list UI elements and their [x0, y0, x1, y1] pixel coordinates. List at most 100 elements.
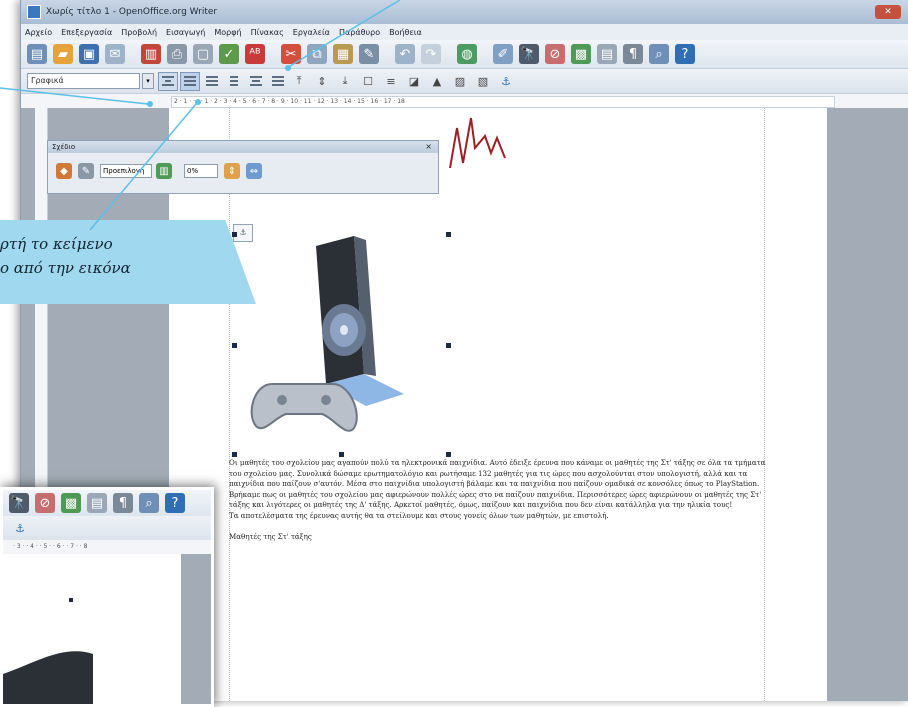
inset-workspace-edge: [181, 554, 211, 704]
close-window-button[interactable]: ✕: [875, 5, 901, 19]
horizontal-ruler[interactable]: 2 · 1 · · · · 1 · 2 · 3 · 4 · 5 · 6 · 7 …: [21, 94, 908, 109]
inset-anchor-icon[interactable]: ⚓: [11, 520, 29, 536]
menu-view[interactable]: Προβολή: [121, 28, 157, 37]
paragraph-research: Οι μαθητές του σχολείου μας αγαπούν πολύ…: [229, 458, 766, 489]
menu-format[interactable]: Μορφή: [214, 28, 241, 37]
brush-icon[interactable]: ✎: [78, 163, 94, 179]
paragraph-findings: Βρήκαμε πως οι μαθητές του σχολείου μας …: [229, 489, 762, 510]
document-text[interactable]: Οι μαθητές του σχολείου μας αγαπούν πολύ…: [229, 458, 779, 542]
menu-window[interactable]: Παράθυρο: [339, 28, 380, 37]
find-icon[interactable]: 🔭: [519, 44, 539, 64]
style-select[interactable]: Γραφικά: [27, 73, 140, 89]
callout-text: ρτή το κείμενο ο από την εικόνα: [0, 232, 131, 280]
clone-format-icon[interactable]: ✎: [359, 44, 379, 64]
flip-horizontal-icon[interactable]: ⇔: [246, 163, 262, 179]
menu-edit[interactable]: Επεξεργασία: [61, 28, 112, 37]
spellcheck-icon[interactable]: ✓: [219, 44, 239, 64]
inset-console-edge: [3, 598, 93, 704]
save-icon[interactable]: ▣: [79, 44, 99, 64]
transparency-input[interactable]: 0%: [184, 164, 218, 178]
standard-toolbar: ▤ ▰ ▣ ✉ ▥ ⎙ ▢ ✓ ᴬᴮ ✂ ⧉ ▦ ✎ ↶ ↷ ◍ ✐ 🔭 ⊘ ▩…: [21, 40, 908, 69]
inset-help-icon[interactable]: ?: [165, 493, 185, 513]
title-bar[interactable]: Χωρίς τίτλο 1 - OpenOffice.org Writer ✕: [21, 0, 908, 24]
inset-ruler: · 3 · · 4 · · 5 · · 6 · · 7 · · 8: [3, 540, 211, 555]
export-pdf-icon[interactable]: ▥: [141, 44, 161, 64]
inset-screenshot: 🔭 ⊘ ▩ ▤ ¶ ⌕ ? ⚓ · 3 · · 4 · · 5 · · 6 · …: [0, 487, 214, 707]
drawing-dock-title: Σχέδιο ×: [48, 141, 438, 153]
bring-to-front-icon[interactable]: ▨: [451, 73, 469, 89]
paste-icon[interactable]: ▦: [333, 44, 353, 64]
signature-drawing: [449, 117, 506, 169]
app-icon: [27, 5, 41, 19]
align-bottom-icon[interactable]: ⤓: [336, 73, 354, 89]
background-color-icon[interactable]: ▲: [428, 73, 446, 89]
frame-toolbar: Γραφικά ▾ ⤒ ⇕ ⤓ ☐ ≡ ◪ ▲ ▨ ▧ ⚓: [21, 69, 908, 94]
menu-table[interactable]: Πίνακας: [251, 28, 284, 37]
undo-icon[interactable]: ↶: [395, 44, 415, 64]
cut-icon[interactable]: ✂: [281, 44, 301, 64]
selection-handle[interactable]: [446, 343, 451, 348]
dock-close-icon[interactable]: ×: [425, 141, 432, 153]
navigator-icon[interactable]: ⊘: [545, 44, 565, 64]
flip-vertical-icon[interactable]: ⇕: [224, 163, 240, 179]
email-icon[interactable]: ✉: [105, 44, 125, 64]
callout-bubble: ρτή το κείμενο ο από την εικόνα: [0, 220, 256, 304]
optimal-wrap-button[interactable]: [202, 72, 222, 91]
selection-handle[interactable]: [232, 452, 237, 457]
align-top-icon[interactable]: ⤒: [290, 73, 308, 89]
graphics-mode-select[interactable]: Προεπιλογή: [100, 164, 152, 178]
left-margin-guide: [229, 108, 230, 701]
window-title: Χωρίς τίτλο 1 - OpenOffice.org Writer: [46, 7, 218, 17]
borders-icon[interactable]: ☐: [359, 73, 377, 89]
wrap-off-button[interactable]: [158, 71, 178, 91]
wrap-through-button[interactable]: [268, 72, 288, 91]
copy-icon[interactable]: ⧉: [307, 44, 327, 64]
selection-handle[interactable]: [446, 452, 451, 457]
menu-help[interactable]: Βοήθεια: [389, 28, 422, 37]
playstation-image[interactable]: [234, 234, 450, 452]
menu-file[interactable]: Αρχείο: [25, 28, 52, 37]
inset-nonprinting-icon[interactable]: ¶: [113, 493, 133, 513]
inset-zoom-icon[interactable]: ⌕: [139, 493, 159, 513]
gallery-icon[interactable]: ▩: [571, 44, 591, 64]
wrap-right-button[interactable]: [246, 72, 266, 91]
menu-insert[interactable]: Εισαγωγή: [166, 28, 205, 37]
help-icon[interactable]: ?: [675, 44, 695, 64]
paragraph-letter: Τα αποτελέσματα της έρευνας αυτής θα τα …: [229, 510, 609, 520]
menu-bar: Αρχείο Επεξεργασία Προβολή Εισαγωγή Μορφ…: [21, 24, 908, 40]
line-style-icon[interactable]: ≡: [382, 73, 400, 89]
callout-line-1: ρτή το κείμενο: [0, 235, 113, 253]
new-document-icon[interactable]: ▤: [27, 44, 47, 64]
nonprinting-characters-icon[interactable]: ¶: [623, 44, 643, 64]
open-folder-icon[interactable]: ▰: [53, 44, 73, 64]
border-color-icon[interactable]: ◪: [405, 73, 423, 89]
inset-data-sources-icon[interactable]: ▤: [87, 493, 107, 513]
color-icon[interactable]: ▥: [156, 163, 172, 179]
page-wrap-button[interactable]: [180, 71, 200, 91]
inset-find-icon[interactable]: 🔭: [9, 493, 29, 513]
style-dropdown-arrow[interactable]: ▾: [142, 73, 154, 89]
selection-handle[interactable]: [232, 343, 237, 348]
show-draw-functions-icon[interactable]: ✐: [493, 44, 513, 64]
redo-icon[interactable]: ↷: [421, 44, 441, 64]
print-preview-icon[interactable]: ▢: [193, 44, 213, 64]
selection-handle[interactable]: [339, 452, 344, 457]
send-to-back-icon[interactable]: ▧: [474, 73, 492, 89]
print-icon[interactable]: ⎙: [167, 44, 187, 64]
hyperlink-icon[interactable]: ◍: [457, 44, 477, 64]
anchor-icon[interactable]: ⚓: [497, 73, 515, 89]
inset-toolbar: 🔭 ⊘ ▩ ▤ ¶ ⌕ ?: [3, 490, 211, 516]
zoom-icon[interactable]: ⌕: [649, 44, 669, 64]
selection-handle[interactable]: [232, 232, 237, 237]
wrap-left-button[interactable]: [224, 72, 244, 91]
align-center-icon[interactable]: ⇕: [313, 73, 331, 89]
inset-navigator-icon[interactable]: ⊘: [35, 493, 55, 513]
image-filter-icon[interactable]: ◆: [56, 163, 72, 179]
selection-handle[interactable]: [446, 232, 451, 237]
inset-gallery-icon[interactable]: ▩: [61, 493, 81, 513]
callout-line-2: ο από την εικόνα: [0, 259, 131, 277]
autospell-icon[interactable]: ᴬᴮ: [245, 44, 265, 64]
menu-tools[interactable]: Εργαλεία: [293, 28, 330, 37]
data-sources-icon[interactable]: ▤: [597, 44, 617, 64]
drawing-dock: Σχέδιο × ◆ ✎ Προεπιλογή ▥ 0% ⇕ ⇔: [47, 140, 439, 194]
